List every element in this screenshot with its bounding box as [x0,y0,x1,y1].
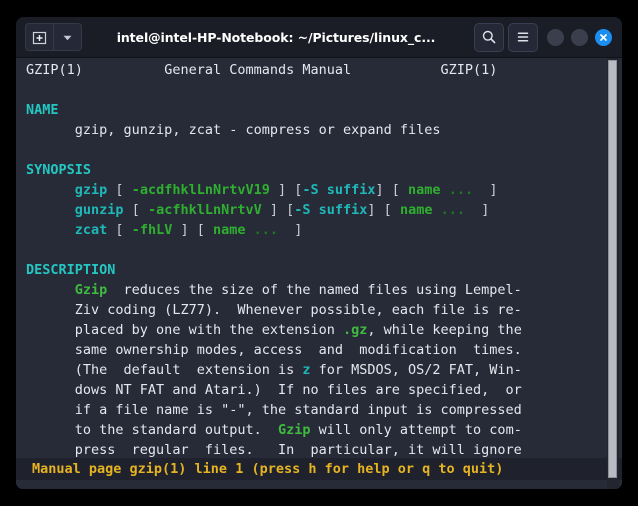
section-heading-synopsis: SYNOPSIS [26,162,92,178]
man-header-line: GZIP(1) General Commands Manual GZIP(1) [16,60,622,80]
window-titlebar: intel@intel-HP-Notebook: ~/Pictures/linu… [16,17,622,58]
synopsis-command: gzip [74,182,108,198]
synopsis-command: gunzip [74,202,124,218]
man-header-center: General Commands Manual [164,62,352,78]
search-icon [482,30,496,44]
synopsis-ellipsis: ... [440,202,465,218]
close-icon [600,33,607,41]
description-text: press regular files. In particular, it w… [74,442,522,458]
tab-controls-group [25,23,82,51]
desktop: intel@intel-HP-Notebook: ~/Pictures/linu… [0,0,638,506]
man-pager-content: GZIP(1) General Commands Manual GZIP(1) … [16,58,622,489]
synopsis-suffix-option: -S suffix [302,182,376,198]
synopsis-suffix-option: -S suffix [294,202,368,218]
synopsis-options: -acdfhklLnNrtvV19 [131,182,270,198]
description-text: same ownership modes, access and modific… [74,342,522,358]
man-header-left: GZIP(1) [26,62,83,78]
description-text: (The default extension is [74,362,303,378]
section-description-heading-line: DESCRIPTION [16,260,622,280]
maximize-button[interactable] [571,28,588,46]
description-text: , while keeping the [367,322,522,338]
description-text: dows NT FAT and Atari.) If no files are … [74,382,522,398]
synopsis-operand: name [408,182,441,198]
description-keyword: Gzip [74,282,108,298]
section-body-name: gzip, gunzip, zcat - compress or expand … [74,122,441,138]
description-line-5: (The default extension is z for MSDOS, O… [16,360,622,380]
description-text: for MSDOS, OS/2 FAT, Win- [310,362,522,378]
description-line-9: press regular files. In particular, it w… [16,440,622,460]
synopsis-options: -fhLV [131,222,173,238]
new-tab-button[interactable] [26,24,53,50]
description-line-2: Ziv coding (LZ77). Whenever possible, ea… [16,300,622,320]
description-text: will only attempt to com- [310,422,522,438]
description-text: Ziv coding (LZ77). Whenever possible, ea… [74,302,522,318]
window-title: intel@intel-HP-Notebook: ~/Pictures/linu… [116,29,436,45]
synopsis-options: -acfhklLnNrtvV [147,202,262,218]
synopsis-ellipsis: ... [253,222,279,238]
section-name-heading-line: NAME [16,100,622,120]
synopsis-ellipsis: ... [448,182,474,198]
section-synopsis-heading-line: SYNOPSIS [16,160,622,180]
menu-button[interactable] [508,22,538,52]
terminal-window: intel@intel-HP-Notebook: ~/Pictures/linu… [16,17,622,489]
section-heading-name: NAME [26,102,59,118]
terminal-scrollbar[interactable] [607,58,619,489]
description-text: to the standard output. [74,422,278,438]
description-text: reduces the size of the named files usin… [107,282,522,298]
description-line-7: if a file name is "-", the standard inpu… [16,400,622,420]
section-heading-description: DESCRIPTION [26,262,116,278]
description-line-4: same ownership modes, access and modific… [16,340,622,360]
description-line-8: to the standard output. Gzip will only a… [16,420,622,440]
synopsis-line-gzip: gzip [ -acdfhklLnNrtvV19 ] [-S suffix] [… [74,182,498,198]
description-line-6: dows NT FAT and Atari.) If no files are … [16,380,622,400]
new-tab-icon [32,31,47,44]
close-button[interactable] [595,28,612,46]
tab-list-dropdown-button[interactable] [53,24,81,50]
description-line-3: placed by one with the extension .gz, wh… [16,320,622,340]
scrollbar-thumb[interactable] [608,60,617,478]
description-keyword: .gz [343,322,368,338]
description-line-1: Gzip reduces the size of the named files… [16,280,622,300]
synopsis-line-zcat: zcat [ -fhLV ] [ name ... ] [74,222,303,238]
window-controls [547,28,612,46]
description-text: if a file name is "-", the standard inpu… [74,402,522,418]
synopsis-line-gunzip: gunzip [ -acfhklLnNrtvV ] [-S suffix] [ … [74,202,490,218]
synopsis-operand: name [212,222,246,238]
man-header-right: GZIP(1) [440,62,498,78]
description-keyword: Gzip [277,422,311,438]
description-text: placed by one with the extension [74,322,343,338]
terminal-body[interactable]: GZIP(1) General Commands Manual GZIP(1) … [16,58,622,489]
chevron-down-icon [63,35,72,40]
pager-status-line: Manual page gzip(1) line 1 (press h for … [16,458,622,480]
search-button[interactable] [474,22,504,52]
synopsis-operand: name [399,202,433,218]
description-keyword: z [302,362,311,378]
hamburger-menu-icon [517,32,529,42]
section-name-body-line: gzip, gunzip, zcat - compress or expand … [16,120,622,140]
synopsis-command: zcat [74,222,108,238]
minimize-button[interactable] [547,28,564,46]
